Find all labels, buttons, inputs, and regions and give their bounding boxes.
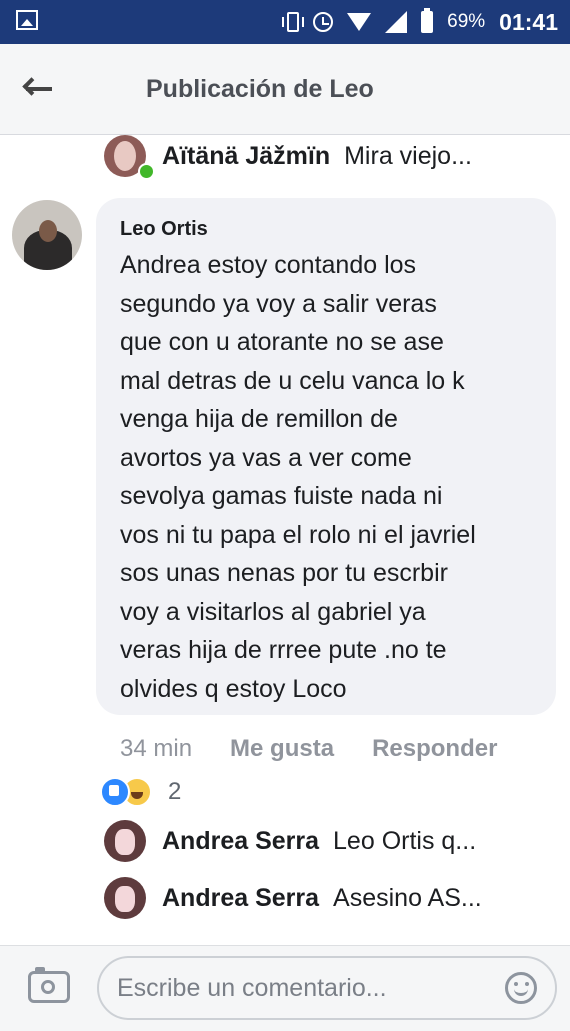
comment-line: avortos ya vas a ver come xyxy=(120,443,412,472)
comment-bubble[interactable]: Leo Ortis Andrea estoy contando los segu… xyxy=(96,198,556,715)
online-indicator xyxy=(138,163,155,180)
reply-preview[interactable]: Andrea Serra Leo Ortis q... xyxy=(104,820,476,862)
comment-thread: Aïtänä Jäžmïn Mira viejo... Leo Ortis An… xyxy=(0,135,570,945)
alarm-icon xyxy=(313,12,334,32)
reaction-count: 2 xyxy=(168,778,182,805)
reply-author[interactable]: Andrea Serra xyxy=(162,884,319,913)
reply-author[interactable]: Andrea Serra xyxy=(162,827,319,856)
gallery-icon xyxy=(16,10,38,30)
comment-line: que con u atorante no se ase xyxy=(120,328,444,356)
comment-line: venga hija de remillon de xyxy=(120,405,398,433)
top-reply-preview[interactable]: Aïtänä Jäžmïn Mira viejo... xyxy=(104,135,472,180)
comment-line: Andrea estoy contando los xyxy=(120,251,417,279)
reply-button[interactable]: Responder xyxy=(372,735,497,763)
battery-icon xyxy=(421,8,434,33)
emoji-icon[interactable] xyxy=(505,972,537,1004)
comment-input-placeholder: Escribe un comentario... xyxy=(117,974,387,1002)
app-header: Publicación de Leo xyxy=(0,44,570,135)
camera-icon[interactable] xyxy=(28,967,70,1003)
comment-line: olvides q estoy Loco xyxy=(120,674,347,703)
reply-author[interactable]: Aïtänä Jäžmïn xyxy=(162,142,330,171)
comment-author[interactable]: Leo Ortis xyxy=(120,218,208,241)
comment-line: vos ni tu papa el rolo ni el javriel xyxy=(120,520,476,549)
status-bar: 69% 01:41 xyxy=(0,0,570,44)
avatar[interactable] xyxy=(104,820,146,862)
vibrate-icon xyxy=(282,12,305,32)
avatar[interactable] xyxy=(104,877,146,919)
reply-preview[interactable]: Andrea Serra Asesino AS... xyxy=(104,877,482,919)
comment-line: mal detras de u celu vanca lo k xyxy=(120,366,465,395)
wifi-icon xyxy=(347,13,372,31)
comment-composer: Escribe un comentario... xyxy=(0,945,570,1031)
reply-text: Mira viejo... xyxy=(344,141,472,170)
reaction-summary[interactable]: 2 xyxy=(100,777,181,807)
comment-timestamp: 34 min xyxy=(120,735,193,762)
comment-line: veras hija de rrree pute .no te xyxy=(120,636,447,664)
reply-text: Leo Ortis q... xyxy=(333,826,477,855)
comment-meta: 34 min Me gusta Responder xyxy=(120,735,497,763)
comment-line: sevolya gamas fuiste nada ni xyxy=(120,482,443,510)
comment-text: Andrea estoy contando los segundo ya voy… xyxy=(120,246,550,708)
back-arrow-icon[interactable] xyxy=(22,77,54,98)
status-icons: 69% 01:41 xyxy=(282,8,558,36)
battery-percent: 69% xyxy=(447,11,486,32)
page-title: Publicación de Leo xyxy=(146,75,374,103)
comment-line: voy a visitarlos al gabriel ya xyxy=(120,597,426,626)
reply-text: Asesino AS... xyxy=(333,883,482,912)
signal-icon xyxy=(385,11,408,33)
like-reaction-icon xyxy=(100,777,130,807)
clock: 01:41 xyxy=(499,8,558,35)
like-button[interactable]: Me gusta xyxy=(230,735,334,763)
comment-line: segundo ya voy a salir veras xyxy=(120,289,437,318)
comment-input[interactable]: Escribe un comentario... xyxy=(97,956,557,1020)
comment-line: sos unas nenas por tu escrbir xyxy=(120,559,448,587)
avatar[interactable] xyxy=(12,200,82,270)
